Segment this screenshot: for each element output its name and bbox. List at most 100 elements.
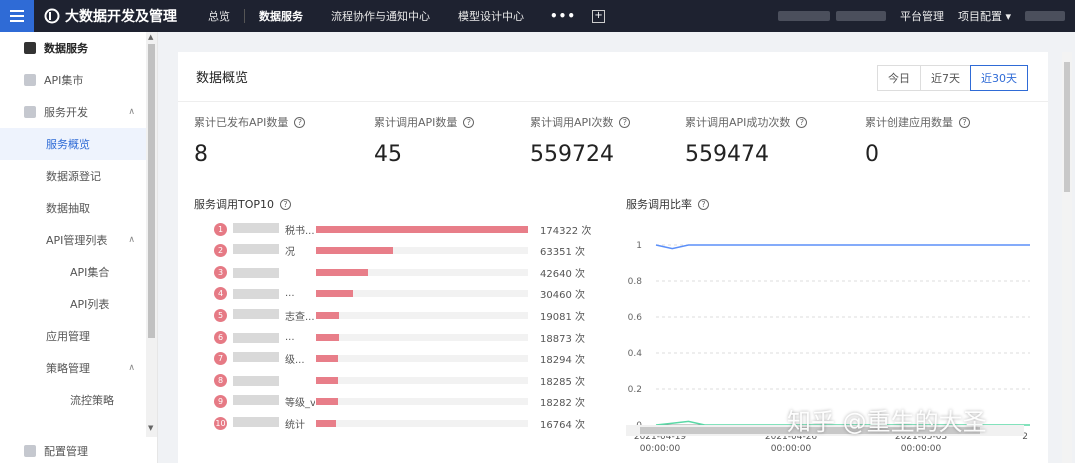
stat-value: 0 bbox=[865, 142, 879, 167]
x-tick-label: 00:00:00 bbox=[901, 444, 942, 454]
shop-icon bbox=[24, 74, 36, 86]
redacted-block bbox=[233, 416, 279, 427]
sidebar-item-data-extract[interactable]: 数据抽取 bbox=[0, 192, 157, 224]
stat-label: 累计调用API成功次数 bbox=[685, 116, 791, 129]
redacted-block bbox=[233, 222, 279, 233]
nav-workflow-center[interactable]: 流程协作与通知中心 bbox=[317, 0, 444, 32]
bar-track bbox=[316, 419, 528, 427]
help-icon[interactable]: ? bbox=[796, 116, 808, 128]
top10-row: 5 志查... 19081 次 bbox=[214, 308, 594, 323]
sidebar-scrollbar[interactable]: ▲ ▼ bbox=[146, 32, 157, 437]
sidebar-item-api-manage[interactable]: API管理列表 ∧ bbox=[0, 224, 157, 256]
stat-label: 累计已发布API数量 bbox=[194, 116, 289, 129]
y-tick-label: 0.8 bbox=[628, 277, 643, 287]
help-icon[interactable]: ? bbox=[463, 116, 475, 128]
sidebar-item-api-market[interactable]: API集市 bbox=[0, 64, 157, 96]
sidebar-item-policy-manage[interactable]: 策略管理 ∧ bbox=[0, 352, 157, 384]
service-name-text: 统计 bbox=[285, 419, 305, 431]
help-icon[interactable]: ? bbox=[619, 116, 631, 128]
sidebar-item-api-list[interactable]: API列表 bbox=[0, 288, 157, 320]
y-tick-label: 0.2 bbox=[628, 385, 642, 395]
redacted-block bbox=[233, 395, 279, 406]
call-count-value: 18285 次 bbox=[540, 376, 585, 388]
rank-badge: 6 bbox=[214, 330, 227, 344]
service-name: 况 bbox=[227, 243, 315, 258]
top10-row: 6... 18873 次 bbox=[214, 330, 594, 345]
y-tick-label: 0.6 bbox=[628, 313, 643, 323]
service-name: 统计 bbox=[227, 416, 315, 431]
section-title: 服务调用比率 bbox=[626, 198, 692, 211]
plus-icon[interactable]: + bbox=[592, 9, 606, 23]
sidebar-item-datasource-register[interactable]: 数据源登记 bbox=[0, 160, 157, 192]
bar-track bbox=[316, 398, 528, 406]
bar-track bbox=[316, 376, 528, 384]
tab-30days[interactable]: 近30天 bbox=[970, 65, 1028, 91]
stat-value: 45 bbox=[374, 142, 402, 167]
brand[interactable]: 大数据开发及管理 bbox=[34, 6, 194, 26]
rank-badge: 7 bbox=[214, 352, 227, 366]
chevron-up-icon: ∧ bbox=[128, 235, 135, 245]
stat-label: 累计调用API次数 bbox=[530, 116, 614, 129]
redacted-block bbox=[233, 332, 279, 343]
scroll-down-icon[interactable]: ▼ bbox=[148, 424, 153, 432]
tab-today[interactable]: 今日 bbox=[877, 65, 921, 91]
more-icon[interactable]: ••• bbox=[538, 9, 588, 23]
nav-overview[interactable]: 总览 bbox=[194, 0, 244, 32]
call-count-value: 18282 次 bbox=[540, 398, 585, 410]
stat-value: 559474 bbox=[685, 142, 769, 167]
project-config-dropdown[interactable]: 项目配置 ▾ bbox=[958, 8, 1011, 24]
sidebar-item-config-manage[interactable]: 配置管理 bbox=[0, 438, 88, 463]
stat-value: 8 bbox=[194, 142, 208, 167]
ratio-title: 服务调用比率? bbox=[626, 196, 709, 212]
rank-badge: 10 bbox=[214, 416, 227, 430]
sidebar-item-service-overview[interactable]: 服务概览 bbox=[0, 128, 157, 160]
service-name-text: 税书... bbox=[285, 225, 315, 237]
help-icon[interactable]: ? bbox=[959, 116, 970, 128]
service-name: ... bbox=[227, 332, 315, 343]
nav-model-design[interactable]: 模型设计中心 bbox=[444, 0, 538, 32]
brand-title: 大数据开发及管理 bbox=[65, 9, 177, 25]
service-name: 级... bbox=[227, 351, 315, 366]
sidebar-item-flow-control[interactable]: 流控策略 bbox=[0, 384, 157, 416]
series-line bbox=[655, 244, 1030, 250]
service-name bbox=[227, 267, 315, 278]
sidebar-item-data-service[interactable]: 数据服务 bbox=[0, 32, 157, 64]
call-count-value: 18873 次 bbox=[540, 333, 585, 345]
call-count-bar bbox=[316, 398, 339, 406]
service-name-text: 况 bbox=[285, 247, 295, 259]
scrollbar-thumb[interactable] bbox=[148, 44, 155, 338]
sidebar-item-label: 配置管理 bbox=[44, 445, 88, 458]
call-count-value: 18294 次 bbox=[540, 355, 585, 367]
y-tick-label: 0.4 bbox=[628, 349, 643, 359]
chevron-up-icon: ∧ bbox=[128, 363, 135, 373]
help-icon[interactable]: ? bbox=[698, 198, 709, 210]
help-icon[interactable]: ? bbox=[280, 198, 292, 210]
top10-row: 2 况 63351 次 bbox=[214, 244, 594, 258]
platform-admin-link[interactable]: 平台管理 bbox=[900, 8, 944, 24]
rank-badge: 8 bbox=[214, 373, 227, 387]
call-count-value: 63351 次 bbox=[540, 247, 585, 259]
sidebar-item-api-collection[interactable]: API集合 bbox=[0, 256, 157, 288]
scroll-up-icon[interactable]: ▲ bbox=[148, 33, 153, 41]
nav-data-service[interactable]: 数据服务 bbox=[245, 0, 317, 32]
help-icon[interactable]: ? bbox=[294, 116, 306, 128]
top10-row: 4... 30460 次 bbox=[214, 287, 594, 301]
call-count-bar bbox=[316, 225, 528, 233]
stat-app-count: 累计创建应用数量? 0 bbox=[865, 114, 970, 167]
bar-track bbox=[316, 225, 528, 233]
sidebar-item-service-dev[interactable]: 服务开发 ∧ bbox=[0, 96, 157, 128]
page-scrollbar[interactable] bbox=[1062, 52, 1072, 463]
user-avatar[interactable] bbox=[1025, 11, 1065, 21]
stat-called-api: 累计调用API数量? 45 bbox=[374, 114, 475, 167]
sidebar-item-app-manage[interactable]: 应用管理 bbox=[0, 320, 157, 352]
call-count-value: 42640 次 bbox=[540, 268, 585, 280]
bar-track bbox=[316, 268, 528, 276]
service-name-text: 等级_v2 bbox=[285, 398, 315, 410]
menu-icon[interactable] bbox=[0, 0, 34, 32]
x-tick-label: 00:00:00 bbox=[771, 444, 812, 454]
stat-value: 559724 bbox=[530, 142, 614, 167]
bar-track bbox=[316, 247, 528, 255]
scrollbar-thumb[interactable] bbox=[1064, 62, 1070, 192]
tab-7days[interactable]: 近7天 bbox=[920, 65, 971, 91]
sidebar-item-label: 策略管理 bbox=[46, 362, 90, 375]
